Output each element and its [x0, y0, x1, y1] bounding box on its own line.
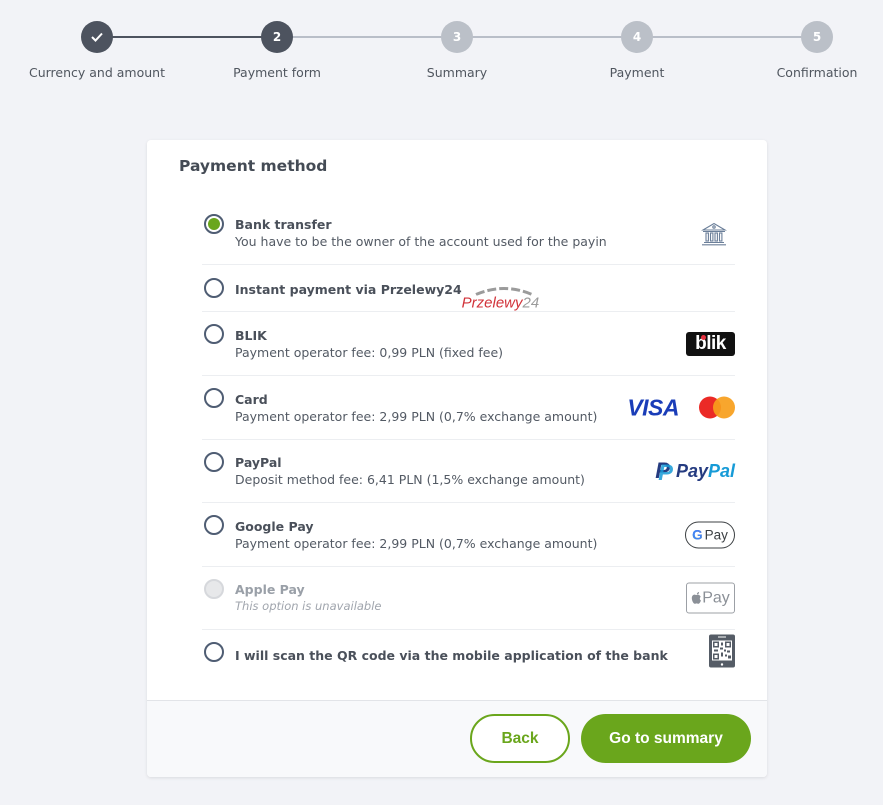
method-description: Payment operator fee: 2,99 PLN (0,7% exc… — [235, 408, 598, 424]
step-circle — [81, 21, 113, 53]
method-przelewy24[interactable]: Instant payment via Przelewy24 Przelewy 2… — [202, 265, 735, 312]
radio-button-checked[interactable] — [204, 214, 224, 234]
method-name: BLIK — [235, 327, 267, 343]
method-unavailable-note: This option is unavailable — [235, 599, 382, 613]
step-label: Payment form — [233, 65, 321, 80]
step-number: 3 — [441, 21, 473, 53]
step-summary: 3 Summary — [367, 21, 547, 80]
paypal-logo: PP Pay Pal — [655, 458, 735, 485]
method-bank-transfer[interactable]: Bank transfer You have to be the owner o… — [202, 202, 735, 265]
method-description: You have to be the owner of the account … — [235, 234, 607, 249]
back-button[interactable]: Back — [470, 714, 570, 763]
method-description: Payment operator fee: 2,99 PLN (0,7% exc… — [235, 535, 598, 551]
check-icon — [91, 32, 103, 42]
apple-pay-logo: Pay — [686, 582, 735, 614]
method-qr-code[interactable]: I will scan the QR code via the mobile a… — [202, 630, 735, 678]
step-payment-form: 2 Payment form — [187, 21, 367, 80]
method-card[interactable]: Card Payment operator fee: 2,99 PLN (0,7… — [202, 376, 735, 440]
step-label: Summary — [426, 65, 488, 80]
step-currency-and-amount[interactable]: Currency and amount — [7, 21, 187, 80]
method-name: PayPal — [235, 455, 282, 470]
paypal-mark-icon: PP — [655, 458, 673, 485]
radio-button[interactable] — [204, 324, 224, 344]
payment-method-list: Bank transfer You have to be the owner o… — [202, 202, 735, 678]
step-label: Currency and amount — [28, 65, 165, 80]
card-title: Payment method — [179, 157, 328, 175]
method-name: Apple Pay — [235, 582, 305, 597]
method-name: Google Pay — [235, 518, 314, 534]
radio-button[interactable] — [204, 642, 224, 662]
method-description: Deposit method fee: 6,41 PLN (1,5% excha… — [235, 472, 585, 487]
method-name: Card — [235, 391, 268, 407]
visa-logo: VISA — [627, 394, 679, 420]
radio-button[interactable] — [204, 452, 224, 472]
method-name: Bank transfer — [235, 217, 332, 232]
go-to-summary-button[interactable]: Go to summary — [581, 714, 751, 763]
step-label: Confirmation — [776, 65, 858, 80]
visa-mastercard-logo: VISA — [627, 394, 735, 421]
step-number: 2 — [261, 21, 293, 53]
apple-icon — [692, 592, 702, 604]
radio-button-disabled — [204, 579, 224, 599]
card-footer: Back Go to summary — [147, 700, 767, 777]
google-pay-logo: G Pay — [685, 521, 735, 548]
step-confirmation: 5 Confirmation — [727, 21, 883, 80]
step-number: 5 — [801, 21, 833, 53]
method-apple-pay: Apple Pay This option is unavailable Pay — [202, 567, 735, 630]
method-name: Instant payment via Przelewy24 — [235, 282, 462, 297]
method-description: Payment operator fee: 0,99 PLN (fixed fe… — [235, 344, 504, 360]
qr-phone-icon — [709, 634, 735, 668]
step-number: 4 — [621, 21, 653, 53]
bank-icon — [701, 222, 727, 246]
radio-button[interactable] — [204, 388, 224, 408]
mastercard-logo — [699, 396, 735, 419]
step-label: Payment — [609, 65, 665, 80]
payment-method-card: Payment method Bank transfer You have to… — [147, 140, 767, 777]
radio-button[interactable] — [204, 278, 224, 298]
method-google-pay[interactable]: Google Pay Payment operator fee: 2,99 PL… — [202, 503, 735, 567]
step-payment: 4 Payment — [547, 21, 727, 80]
method-paypal[interactable]: PayPal Deposit method fee: 6,41 PLN (1,5… — [202, 440, 735, 503]
progress-stepper: Currency and amount 2 Payment form 3 Sum… — [0, 0, 883, 100]
method-name: I will scan the QR code via the mobile a… — [235, 647, 668, 663]
method-blik[interactable]: BLIK Payment operator fee: 0,99 PLN (fix… — [202, 312, 735, 376]
przelewy24-logo: Przelewy 24 — [462, 286, 539, 311]
blik-logo: blik — [686, 331, 735, 356]
radio-button[interactable] — [204, 515, 224, 535]
